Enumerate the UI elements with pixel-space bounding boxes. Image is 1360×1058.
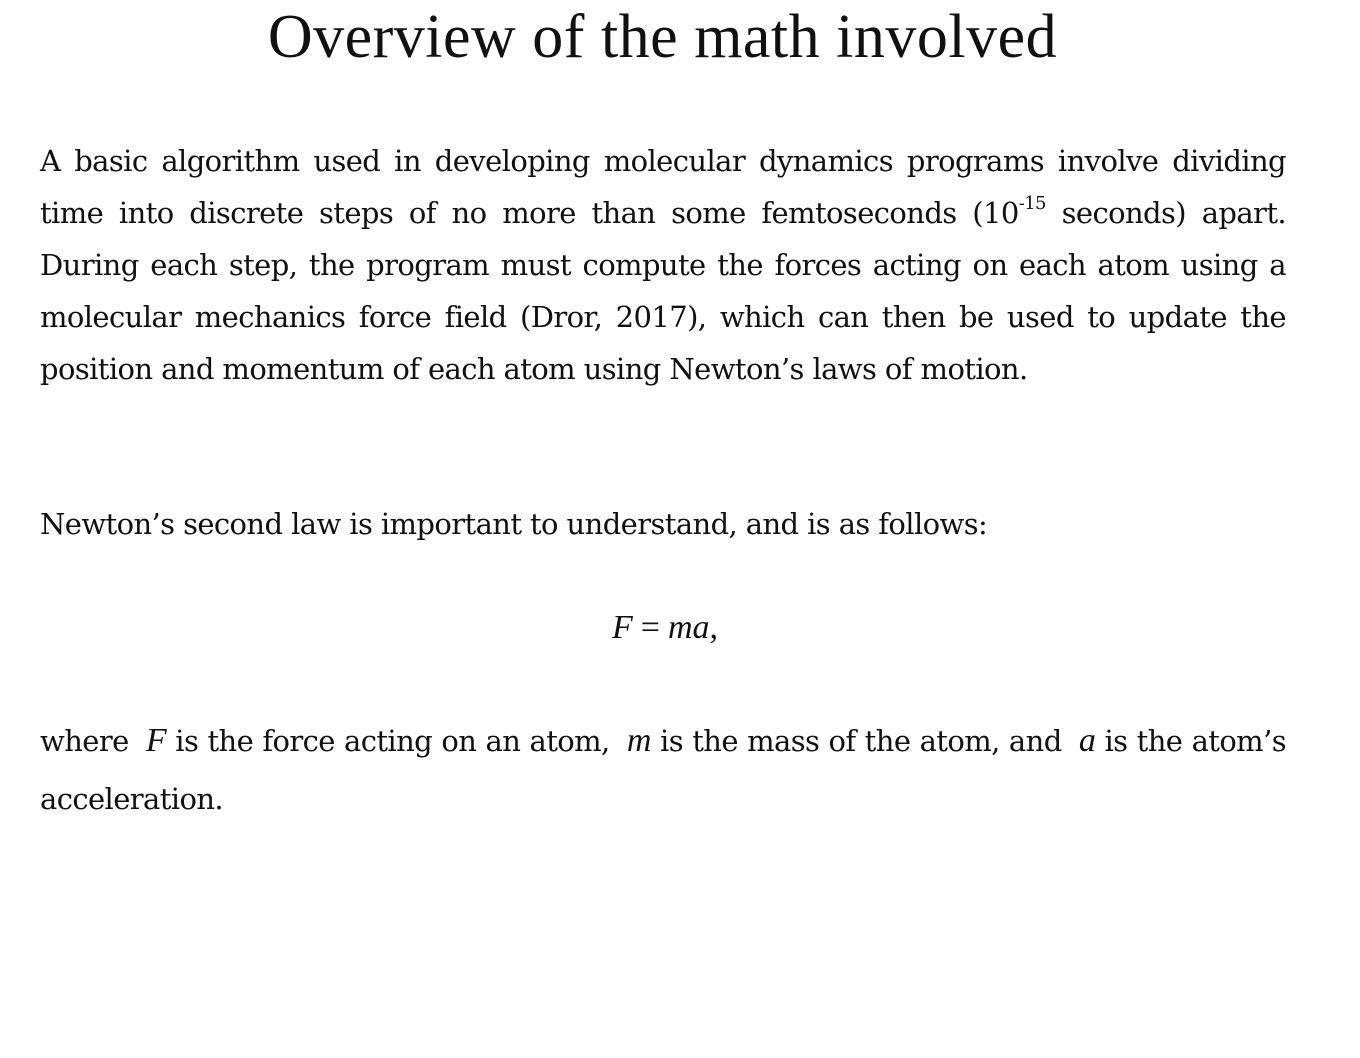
- definitions-text-2: is the force acting on an atom,: [166, 724, 619, 758]
- definitions-text-1: where: [40, 724, 138, 758]
- equation-equals-sign: =: [640, 609, 660, 646]
- equation-force-symbol: F: [611, 609, 633, 646]
- definition-mass-symbol: m: [626, 722, 652, 759]
- paragraph-newton-intro: Newton’s second law is important to unde…: [40, 507, 988, 541]
- paragraph-variable-definitions: where F is the force acting on an atom, …: [40, 712, 1287, 828]
- document-page: Overview of the math involved A basic al…: [0, 0, 1360, 1058]
- definitions-text-3: is the mass of the atom, and: [650, 724, 1071, 758]
- definition-force-symbol: F: [145, 722, 167, 759]
- page-title: Overview of the math involved: [267, 3, 1058, 71]
- paragraph-algorithm: A basic algorithm used in developing mol…: [40, 135, 1287, 395]
- exponent-superscript: -15: [1018, 193, 1047, 214]
- equation-mass-acceleration: ma: [667, 609, 710, 646]
- equation-newton-second-law: F = ma,: [0, 604, 1330, 652]
- definition-acceleration-symbol: a: [1078, 722, 1096, 759]
- equation-trailing-comma: ,: [709, 609, 719, 646]
